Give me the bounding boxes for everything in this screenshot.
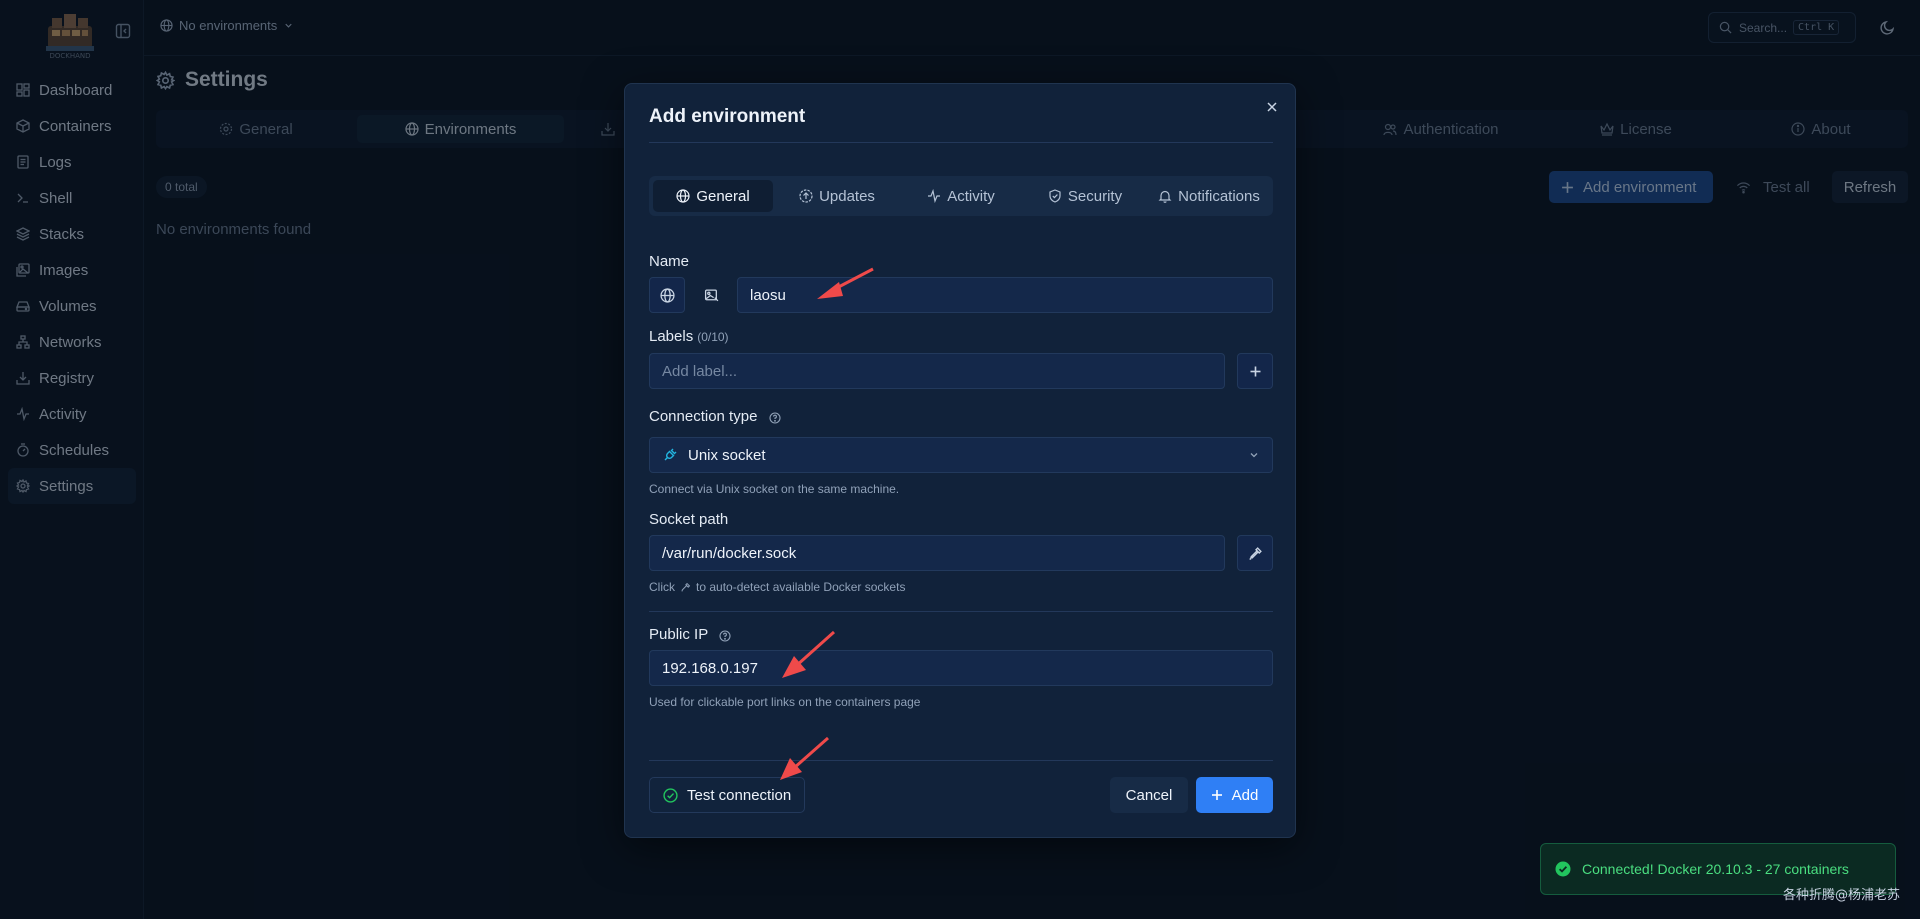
detect-socket-button[interactable] [1237, 535, 1273, 571]
connection-type-hint: Connect via Unix socket on the same mach… [649, 482, 900, 496]
public-ip-hint: Used for clickable port links on the con… [649, 695, 921, 709]
name-label: Name [649, 253, 690, 270]
socket-path-field[interactable]: /var/run/docker.sock [649, 535, 1225, 571]
globe-icon-button[interactable] [649, 277, 685, 313]
public-ip-field[interactable]: 192.168.0.197 [649, 650, 1273, 686]
dialog-tab-label: Activity [947, 187, 995, 205]
public-ip-label-text: Public IP [649, 626, 708, 643]
labels-label-text: Labels [649, 328, 694, 345]
divider [649, 142, 1273, 143]
dialog-tab-notifications[interactable]: Notifications [1149, 180, 1269, 212]
add-button[interactable]: Add [1196, 777, 1273, 813]
connection-type-value: Unix socket [688, 446, 766, 464]
add-environment-dialog: Add environment General Updates Activity… [624, 83, 1296, 838]
dialog-tab-label: General [696, 187, 750, 205]
circle-arrow-up-icon [799, 189, 813, 203]
shield-check-icon [1049, 189, 1061, 203]
add-label: Add [1231, 786, 1259, 804]
pipette-icon [681, 582, 691, 592]
dialog-tab-updates[interactable]: Updates [777, 180, 897, 212]
test-connection-label: Test connection [687, 786, 792, 804]
public-ip-label: Public IP [649, 626, 731, 643]
help-circle-icon[interactable] [769, 411, 781, 424]
annotation-arrow-icon [782, 630, 836, 678]
activity-icon [928, 189, 941, 203]
cancel-button[interactable]: Cancel [1110, 777, 1188, 813]
plus-icon [1250, 366, 1260, 376]
labels-count: (0/10) [697, 330, 729, 344]
add-label-input[interactable]: Add label... [649, 353, 1225, 389]
socket-hint-prefix: Click [649, 580, 675, 594]
socket-path-label: Socket path [649, 511, 729, 528]
globe-icon [676, 189, 690, 203]
connection-type-label: Connection type [649, 408, 781, 425]
bell-icon [1158, 190, 1172, 203]
chevron-down-icon [1250, 453, 1258, 458]
plus-icon [1211, 790, 1222, 800]
close-icon[interactable] [1265, 100, 1279, 114]
dialog-tabs: General Updates Activity Security Notifi… [649, 176, 1273, 216]
dialog-tab-security[interactable]: Security [1025, 180, 1145, 212]
labels-label: Labels (0/10) [649, 328, 729, 345]
help-circle-icon[interactable] [719, 629, 731, 642]
globe-icon [659, 287, 675, 303]
divider [649, 611, 1273, 612]
check-circle-icon [663, 787, 678, 803]
add-label-button[interactable] [1237, 353, 1273, 389]
pipette-icon [1248, 546, 1262, 560]
annotation-arrow-icon [817, 267, 874, 299]
test-connection-button[interactable]: Test connection [649, 777, 805, 813]
watermark-text: 各种折腾@杨浦老苏 [1782, 888, 1900, 903]
annotation-arrow-icon [780, 736, 829, 780]
image-icon-button[interactable] [693, 277, 729, 313]
plug-icon [664, 448, 677, 461]
toast-message: Connected! Docker 20.10.3 - 27 container… [1582, 861, 1849, 877]
connection-type-select[interactable]: Unix socket [649, 437, 1273, 473]
app-window: DOCKHAND Dashboard Containers Logs Shell [0, 0, 1920, 919]
dialog-tab-label: Notifications [1178, 187, 1260, 205]
dialog-tab-label: Security [1067, 187, 1123, 205]
connection-type-label-text: Connection type [649, 408, 758, 425]
divider [649, 760, 1273, 761]
check-circle-icon [1555, 861, 1571, 877]
dialog-tab-general[interactable]: General [653, 180, 773, 212]
socket-hint-suffix: to auto-detect available Docker sockets [696, 580, 906, 594]
dialog-tab-activity[interactable]: Activity [901, 180, 1021, 212]
socket-path-hint: Click to auto-detect available Docker so… [649, 580, 905, 594]
dialog-tab-label: Updates [819, 187, 875, 205]
image-edit-icon [704, 289, 718, 301]
dialog-title: Add environment [649, 106, 806, 127]
